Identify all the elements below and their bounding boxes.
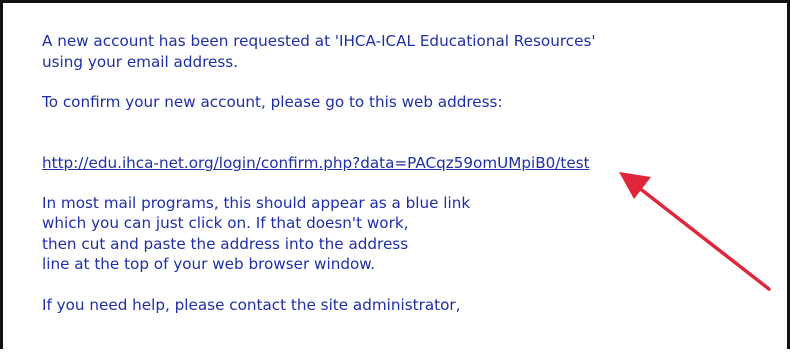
intro-text: A new account has been requested at 'IHC… <box>42 32 596 71</box>
email-frame: A new account has been requested at 'IHC… <box>0 0 790 349</box>
confirm-prompt-text: To confirm your new account, please go t… <box>42 93 503 111</box>
confirm-account-link[interactable]: http://edu.ihca-net.org/login/confirm.ph… <box>42 154 590 172</box>
instructions-text: In most mail programs, this should appea… <box>42 193 471 274</box>
confirm-link-line: http://edu.ihca-net.org/login/confirm.ph… <box>42 133 762 174</box>
help-text: If you need help, please contact the sit… <box>42 295 461 314</box>
email-body: A new account has been requested at 'IHC… <box>42 31 762 315</box>
